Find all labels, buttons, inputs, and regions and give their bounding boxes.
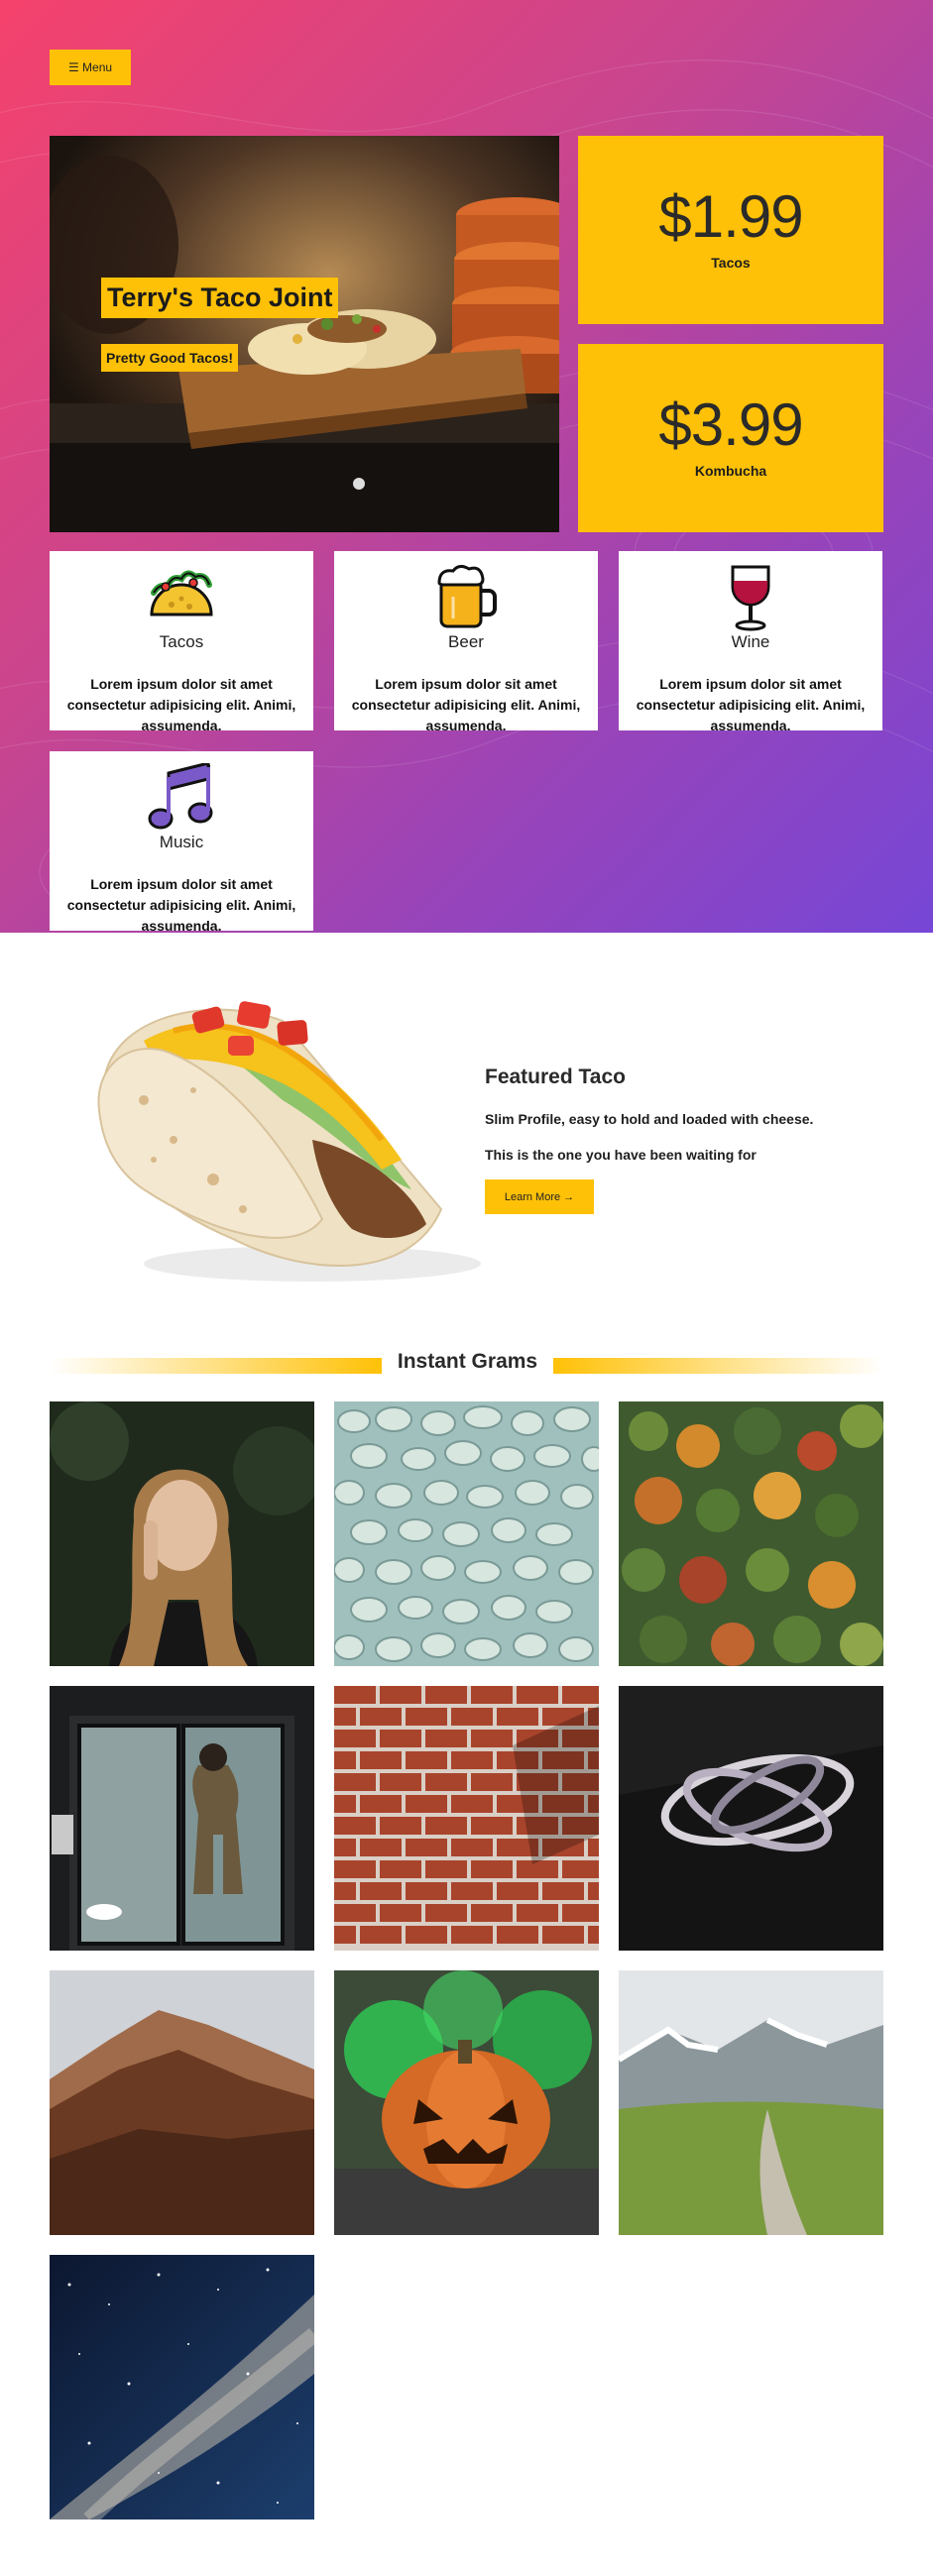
gram-photo-brick-wall[interactable] [334, 1686, 599, 1951]
gram-photo-mountain[interactable] [50, 1970, 314, 2235]
service-title: Beer [448, 632, 484, 651]
gram-photo-milky-way[interactable] [50, 2255, 314, 2520]
service-description: Lorem ipsum dolor sit amet consectetur a… [66, 876, 296, 933]
service-description: Lorem ipsum dolor sit amet consectetur a… [636, 676, 866, 733]
menu-button[interactable]: ☰ Menu [50, 50, 131, 85]
service-description: Lorem ipsum dolor sit amet consectetur a… [351, 676, 581, 733]
service-card-wine: Wine Lorem ipsum dolor sit amet consecte… [619, 551, 882, 733]
gram-photo-valley-road[interactable] [619, 1970, 883, 2235]
service-description: Lorem ipsum dolor sit amet consectetur a… [66, 676, 296, 733]
price-card-kombucha: $3.99 Kombucha [578, 344, 883, 532]
gram-photo-pebbles[interactable] [334, 1401, 599, 1666]
gram-photo-forest[interactable] [619, 1401, 883, 1666]
featured-title: Featured Taco [485, 1065, 626, 1088]
featured-description: Slim Profile, easy to hold and loaded wi… [485, 1111, 814, 1127]
service-title: Wine [731, 632, 770, 651]
learn-more-button[interactable]: Learn More → [485, 1179, 594, 1214]
price-amount: $1.99 [658, 183, 803, 250]
service-card-beer: Beer Lorem ipsum dolor sit amet consecte… [334, 551, 598, 733]
price-amount: $3.99 [658, 392, 803, 458]
price-item-name: Tacos [711, 255, 751, 271]
taco-plate-photo [50, 136, 559, 532]
service-card-tacos: Tacos Lorem ipsum dolor sit amet consect… [50, 551, 313, 733]
beer-mug-icon [334, 563, 598, 628]
hero-subtitle: Pretty Good Tacos! [101, 344, 239, 372]
service-title: Music [159, 833, 204, 851]
section-title: Instant Grams [397, 1350, 538, 1373]
service-card-music: Music Lorem ipsum dolor sit amet consect… [50, 751, 313, 933]
featured-tagline: This is the one you have been waiting fo… [485, 1147, 757, 1163]
hero-title: Terry's Taco Joint [101, 278, 339, 318]
instant-grams-heading: Instant Grams [0, 1348, 933, 1378]
price-card-tacos: $1.99 Tacos [578, 136, 883, 324]
wine-glass-icon [619, 563, 882, 631]
price-item-name: Kombucha [694, 463, 767, 479]
gram-photo-light-rings[interactable] [619, 1686, 883, 1951]
hero-section: ☰ Menu Terry's Taco Joint Pretty Good Ta… [0, 0, 933, 933]
gram-photo-pumpkin[interactable] [334, 1970, 599, 2235]
service-title: Tacos [159, 632, 204, 651]
taco-icon [50, 563, 313, 628]
heading-divider-left [50, 1358, 382, 1374]
menu-button-label: ☰ Menu [67, 60, 113, 74]
music-note-icon [50, 763, 313, 830]
hero-feature-image: Terry's Taco Joint Pretty Good Tacos! [50, 136, 559, 532]
gram-photo-doorway[interactable] [50, 1686, 314, 1951]
heading-divider-right [553, 1358, 883, 1374]
gram-photo-portrait[interactable] [50, 1401, 314, 1666]
featured-taco-image [84, 981, 481, 1288]
